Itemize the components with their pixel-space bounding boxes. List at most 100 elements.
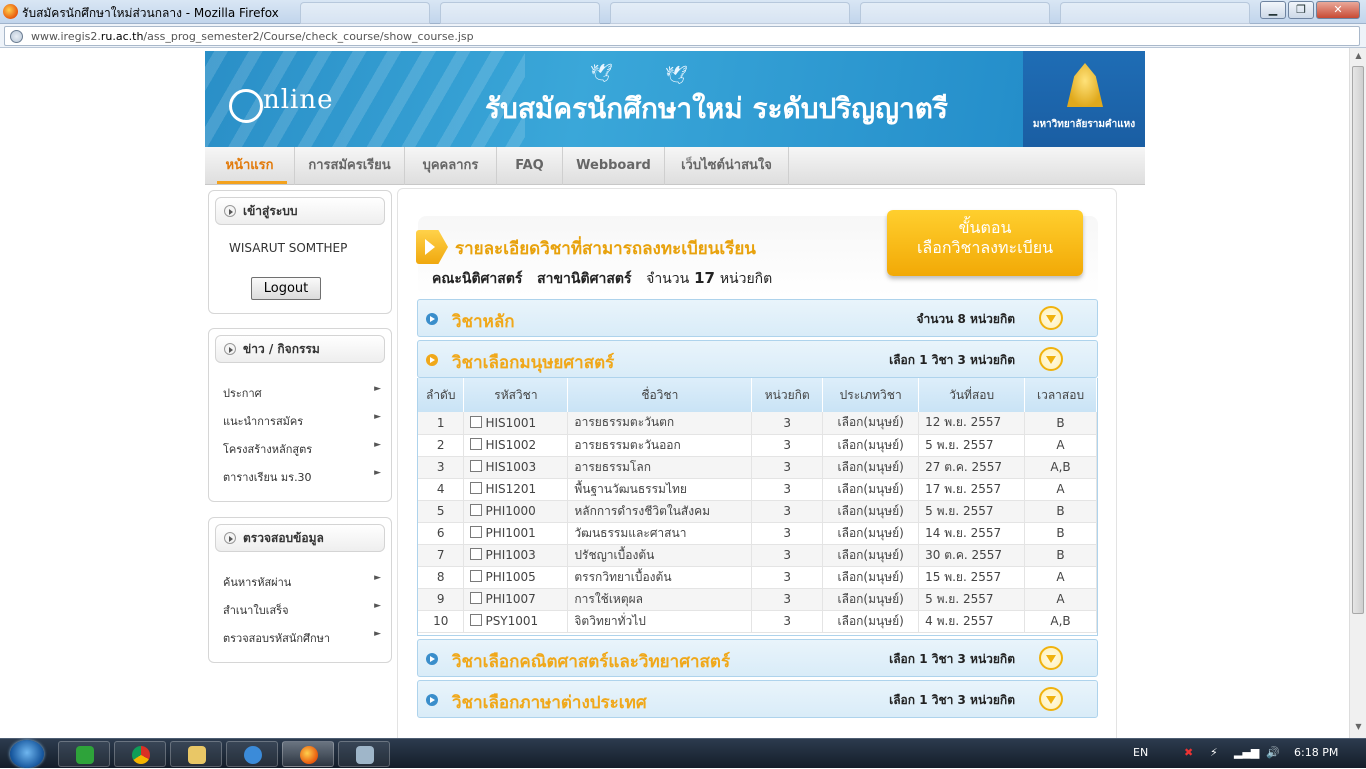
scrollbar-thumb[interactable] bbox=[1352, 66, 1364, 614]
exam-date: 4 พ.ย. 2557 bbox=[918, 610, 1026, 633]
scroll-up-arrow-icon[interactable]: ▲ bbox=[1353, 51, 1364, 63]
firefox-icon bbox=[300, 746, 318, 764]
exam-time: A bbox=[1024, 434, 1097, 457]
volume-icon[interactable]: 🔊 bbox=[1266, 746, 1280, 759]
course-checkbox[interactable] bbox=[470, 548, 483, 560]
online-logo-text: nline bbox=[263, 85, 334, 115]
taskbar-app[interactable] bbox=[338, 741, 390, 767]
course-type: เลือก(มนุษย์) bbox=[822, 566, 920, 589]
power-icon[interactable]: ⚡ bbox=[1210, 746, 1218, 759]
vertical-scrollbar[interactable]: ▲ ▼ bbox=[1349, 48, 1366, 738]
major: สาขานิติศาสตร์ bbox=[537, 271, 632, 287]
course-checkbox[interactable] bbox=[470, 415, 483, 428]
arrow-bullet-icon bbox=[426, 354, 438, 366]
course-checkbox[interactable] bbox=[470, 526, 483, 538]
expand-toggle-icon[interactable] bbox=[1039, 687, 1063, 711]
section-foreign-language[interactable]: วิชาเลือกภาษาต่างประเทศ เลือก 1 วิชา 3 ห… bbox=[417, 680, 1098, 718]
course-type: เลือก(มนุษย์) bbox=[822, 588, 920, 611]
background-tab[interactable] bbox=[860, 2, 1050, 24]
course-code: PHI1005 bbox=[463, 566, 569, 589]
language-indicator[interactable]: EN bbox=[1133, 746, 1148, 759]
check-link-receipt[interactable]: สำเนาใบเสร็จ ► bbox=[223, 601, 381, 619]
check-link-password[interactable]: ค้นหารหัสผ่าน ► bbox=[223, 573, 381, 591]
news-link-guide[interactable]: แนะนำการสมัคร ► bbox=[223, 412, 381, 430]
check-link-student-id[interactable]: ตรวจสอบรหัสนักศึกษา ► bbox=[223, 629, 381, 647]
course-code: HIS1003 bbox=[463, 456, 569, 479]
table-row: 4 HIS1201 พื้นฐานวัฒนธรรมไทย 3 เลือก(มนุษย์)… bbox=[418, 478, 1097, 501]
login-box-header: เข้าสู่ระบบ bbox=[215, 197, 385, 225]
collapse-toggle-icon[interactable] bbox=[1039, 347, 1063, 371]
table-row: 2 HIS1002 อารยธรรมตะวันออก 3 เลือก(มนุษย์) 5 … bbox=[418, 434, 1097, 457]
nav-home[interactable]: หน้าแรก bbox=[205, 147, 295, 185]
arrow-right-icon: ► bbox=[374, 601, 381, 611]
navigation-toolbar: www.iregis2.ru.ac.th/ass_prog_semester2/… bbox=[0, 24, 1366, 48]
course-code: HIS1201 bbox=[463, 478, 569, 501]
course-checkbox[interactable] bbox=[470, 460, 483, 472]
clock[interactable]: 6:18 PM bbox=[1294, 746, 1338, 759]
expand-toggle-icon[interactable] bbox=[1039, 646, 1063, 670]
course-checkbox[interactable] bbox=[470, 482, 483, 494]
section-core[interactable]: วิชาหลัก จำนวน 8 หน่วยกิต bbox=[417, 299, 1098, 337]
taskbar-chrome[interactable] bbox=[114, 741, 166, 767]
close-button[interactable]: ✕ bbox=[1316, 1, 1360, 19]
section-credits: จำนวน 8 หน่วยกิต bbox=[916, 312, 1015, 326]
system-tray: EN ✖ ⚡ ▂▄▆ 🔊 6:18 PM bbox=[1126, 739, 1366, 769]
nav-links[interactable]: เว็บไซต์น่าสนใจ bbox=[665, 147, 789, 185]
course-checkbox[interactable] bbox=[470, 504, 483, 516]
exam-date: 5 พ.ย. 2557 bbox=[918, 434, 1026, 457]
globe-icon bbox=[10, 30, 23, 43]
news-link-schedule[interactable]: ตารางเรียน มร.30 ► bbox=[223, 468, 381, 486]
section-math-science[interactable]: วิชาเลือกคณิตศาสตร์และวิทยาศาสตร์ เลือก … bbox=[417, 639, 1098, 677]
bullet-icon bbox=[224, 343, 236, 355]
university-logo[interactable]: มหาวิทยาลัยรามคำแหง bbox=[1023, 51, 1145, 147]
url-bar[interactable]: www.iregis2.ru.ac.th/ass_prog_semester2/… bbox=[4, 26, 1360, 46]
news-link-curriculum[interactable]: โครงสร้างหลักสูตร ► bbox=[223, 440, 381, 458]
nav-register[interactable]: การสมัครเรียน bbox=[295, 147, 405, 185]
course-checkbox[interactable] bbox=[470, 570, 483, 582]
course-checkbox[interactable] bbox=[470, 614, 483, 626]
table-row: 10 PSY1001 จิตวิทยาทั่วไป 3 เลือก(มนุษย์) 4 พ… bbox=[418, 610, 1097, 633]
background-tab[interactable] bbox=[300, 2, 430, 24]
course-name: อารยธรรมตะวันออก bbox=[567, 434, 753, 457]
taskbar-firefox[interactable] bbox=[282, 741, 334, 767]
section-humanities[interactable]: วิชาเลือกมนุษยศาสตร์ เลือก 1 วิชา 3 หน่ว… bbox=[417, 340, 1098, 378]
course-code: PSY1001 bbox=[463, 610, 569, 633]
exam-date: 15 พ.ย. 2557 bbox=[918, 566, 1026, 589]
col-no: ลำดับ bbox=[418, 378, 465, 412]
course-checkbox[interactable] bbox=[470, 592, 483, 604]
signal-icon[interactable]: ▂▄▆ bbox=[1234, 746, 1259, 759]
url-prefix: www.iregis2. bbox=[31, 30, 101, 43]
scroll-down-arrow-icon[interactable]: ▼ bbox=[1353, 722, 1364, 734]
course-code-text: HIS1201 bbox=[485, 482, 537, 496]
logout-button[interactable]: Logout bbox=[251, 277, 321, 300]
minimize-button[interactable]: ▁ bbox=[1260, 1, 1286, 19]
background-tab[interactable] bbox=[1060, 2, 1250, 24]
table-row: 8 PHI1005 ตรรกวิทยาเบื้องต้น 3 เลือก(มนุษย์)… bbox=[418, 566, 1097, 589]
taskbar-line-app[interactable] bbox=[58, 741, 110, 767]
section-credits: เลือก 1 วิชา 3 หน่วยกิต bbox=[889, 353, 1015, 367]
course-name: อารยธรรมตะวันตก bbox=[567, 412, 753, 435]
arrow-bullet-icon bbox=[426, 653, 438, 665]
course-credit: 3 bbox=[751, 610, 824, 633]
url-text[interactable]: www.iregis2.ru.ac.th/ass_prog_semester2/… bbox=[31, 30, 474, 43]
network-error-icon[interactable]: ✖ bbox=[1184, 746, 1193, 759]
login-box: เข้าสู่ระบบ WISARUT SOMTHEP Logout bbox=[208, 190, 392, 314]
maximize-button[interactable]: ❐ bbox=[1288, 1, 1314, 19]
course-credit: 3 bbox=[751, 478, 824, 501]
window-titlebar: รับสมัครนักศึกษาใหม่ส่วนกลาง - Mozilla F… bbox=[0, 0, 1366, 24]
exam-date: 14 พ.ย. 2557 bbox=[918, 522, 1026, 545]
news-link-announcement[interactable]: ประกาศ ► bbox=[223, 384, 381, 402]
expand-toggle-icon[interactable] bbox=[1039, 306, 1063, 330]
taskbar-ie[interactable] bbox=[226, 741, 278, 767]
nav-staff[interactable]: บุคคลากร bbox=[405, 147, 497, 185]
background-tab[interactable] bbox=[610, 2, 850, 24]
start-button[interactable] bbox=[10, 740, 44, 768]
nav-faq[interactable]: FAQ bbox=[497, 147, 563, 185]
background-tab[interactable] bbox=[440, 2, 600, 24]
banner-title: รับสมัครนักศึกษาใหม่ ระดับปริญญาตรี bbox=[485, 92, 948, 125]
taskbar-explorer[interactable] bbox=[170, 741, 222, 767]
course-checkbox[interactable] bbox=[470, 438, 483, 450]
course-name: อารยธรรมโลก bbox=[567, 456, 753, 479]
nav-webboard[interactable]: Webboard bbox=[563, 147, 665, 185]
row-number: 10 bbox=[418, 610, 465, 633]
